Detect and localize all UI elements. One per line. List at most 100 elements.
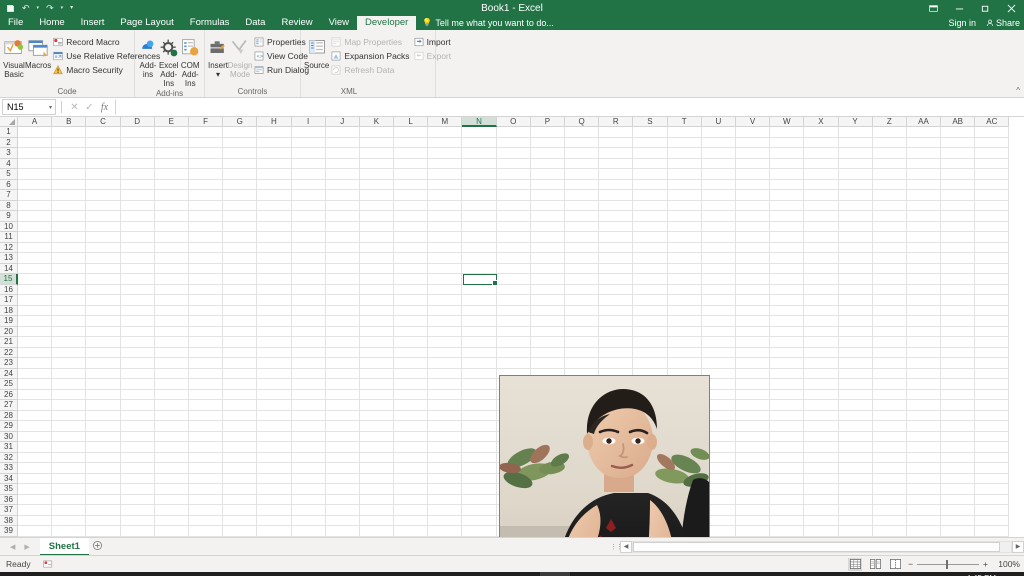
column-header-AA[interactable]: AA — [907, 117, 941, 127]
cell-Z37[interactable] — [873, 505, 907, 516]
xml-source-button[interactable]: Source — [304, 32, 329, 70]
cell-C28[interactable] — [86, 411, 120, 422]
cell-S22[interactable] — [633, 348, 667, 359]
cell-Y23[interactable] — [839, 358, 873, 369]
cell-L34[interactable] — [394, 474, 428, 485]
row-header-2[interactable]: 2 — [0, 138, 18, 149]
cell-B8[interactable] — [52, 201, 86, 212]
cell-D13[interactable] — [121, 253, 155, 264]
cell-Q6[interactable] — [565, 180, 599, 191]
cell-X38[interactable] — [804, 516, 838, 527]
cell-W33[interactable] — [770, 463, 804, 474]
cell-AB27[interactable] — [941, 400, 975, 411]
add-ins-button[interactable]: Add- ins — [138, 32, 158, 79]
column-header-V[interactable]: V — [736, 117, 770, 127]
cell-G24[interactable] — [223, 369, 257, 380]
cell-Q14[interactable] — [565, 264, 599, 275]
cell-E17[interactable] — [155, 295, 189, 306]
cell-D4[interactable] — [121, 159, 155, 170]
column-header-C[interactable]: C — [86, 117, 120, 127]
cell-N20[interactable] — [462, 327, 496, 338]
cell-G17[interactable] — [223, 295, 257, 306]
cell-AB28[interactable] — [941, 411, 975, 422]
cell-L10[interactable] — [394, 222, 428, 233]
cell-E15[interactable] — [155, 274, 189, 285]
cell-O12[interactable] — [497, 243, 531, 254]
cell-O15[interactable] — [497, 274, 531, 285]
cell-W14[interactable] — [770, 264, 804, 275]
cell-Y36[interactable] — [839, 495, 873, 506]
cell-N38[interactable] — [462, 516, 496, 527]
cell-O9[interactable] — [497, 211, 531, 222]
cell-J33[interactable] — [326, 463, 360, 474]
cell-O6[interactable] — [497, 180, 531, 191]
cell-AA20[interactable] — [907, 327, 941, 338]
cell-N3[interactable] — [462, 148, 496, 159]
cell-G21[interactable] — [223, 337, 257, 348]
cell-V23[interactable] — [736, 358, 770, 369]
cell-N25[interactable] — [462, 379, 496, 390]
cell-Y12[interactable] — [839, 243, 873, 254]
cancel-formula-icon[interactable]: ✕ — [67, 102, 82, 113]
cell-AA6[interactable] — [907, 180, 941, 191]
cell-R2[interactable] — [599, 138, 633, 149]
scroll-right-icon[interactable]: ▶ — [1012, 541, 1024, 553]
cell-G1[interactable] — [223, 127, 257, 138]
cell-A27[interactable] — [18, 400, 52, 411]
cell-H31[interactable] — [257, 442, 291, 453]
google-chrome-button[interactable] — [210, 572, 240, 576]
cell-V2[interactable] — [736, 138, 770, 149]
cell-A15[interactable] — [18, 274, 52, 285]
cell-O23[interactable] — [497, 358, 531, 369]
cell-AC21[interactable] — [975, 337, 1009, 348]
row-header-27[interactable]: 27 — [0, 400, 18, 411]
row-header-21[interactable]: 21 — [0, 337, 18, 348]
cell-V1[interactable] — [736, 127, 770, 138]
cell-AC26[interactable] — [975, 390, 1009, 401]
cell-Y33[interactable] — [839, 463, 873, 474]
cell-O20[interactable] — [497, 327, 531, 338]
cell-U8[interactable] — [702, 201, 736, 212]
cell-A7[interactable] — [18, 190, 52, 201]
cell-B25[interactable] — [52, 379, 86, 390]
sign-in-button[interactable]: Sign in — [948, 18, 976, 28]
cell-J27[interactable] — [326, 400, 360, 411]
cell-V5[interactable] — [736, 169, 770, 180]
cell-I34[interactable] — [292, 474, 326, 485]
cell-B13[interactable] — [52, 253, 86, 264]
cell-A4[interactable] — [18, 159, 52, 170]
row-header-12[interactable]: 12 — [0, 243, 18, 254]
cell-AB11[interactable] — [941, 232, 975, 243]
cell-P21[interactable] — [531, 337, 565, 348]
cell-K39[interactable] — [360, 526, 394, 537]
cell-O11[interactable] — [497, 232, 531, 243]
cell-L19[interactable] — [394, 316, 428, 327]
cell-X32[interactable] — [804, 453, 838, 464]
cell-I36[interactable] — [292, 495, 326, 506]
cell-Z11[interactable] — [873, 232, 907, 243]
cell-AA37[interactable] — [907, 505, 941, 516]
cell-W28[interactable] — [770, 411, 804, 422]
cell-X28[interactable] — [804, 411, 838, 422]
cell-J7[interactable] — [326, 190, 360, 201]
cell-V32[interactable] — [736, 453, 770, 464]
cell-K16[interactable] — [360, 285, 394, 296]
cell-Q17[interactable] — [565, 295, 599, 306]
cell-D36[interactable] — [121, 495, 155, 506]
cell-I3[interactable] — [292, 148, 326, 159]
cell-E16[interactable] — [155, 285, 189, 296]
cell-C19[interactable] — [86, 316, 120, 327]
cell-M37[interactable] — [428, 505, 462, 516]
cell-C29[interactable] — [86, 421, 120, 432]
cell-F8[interactable] — [189, 201, 223, 212]
cell-AC15[interactable] — [975, 274, 1009, 285]
cell-J21[interactable] — [326, 337, 360, 348]
cell-M2[interactable] — [428, 138, 462, 149]
cell-W17[interactable] — [770, 295, 804, 306]
cell-S15[interactable] — [633, 274, 667, 285]
cell-A25[interactable] — [18, 379, 52, 390]
cell-AA5[interactable] — [907, 169, 941, 180]
cell-B20[interactable] — [52, 327, 86, 338]
cell-D33[interactable] — [121, 463, 155, 474]
tab-view[interactable]: View — [321, 16, 357, 30]
